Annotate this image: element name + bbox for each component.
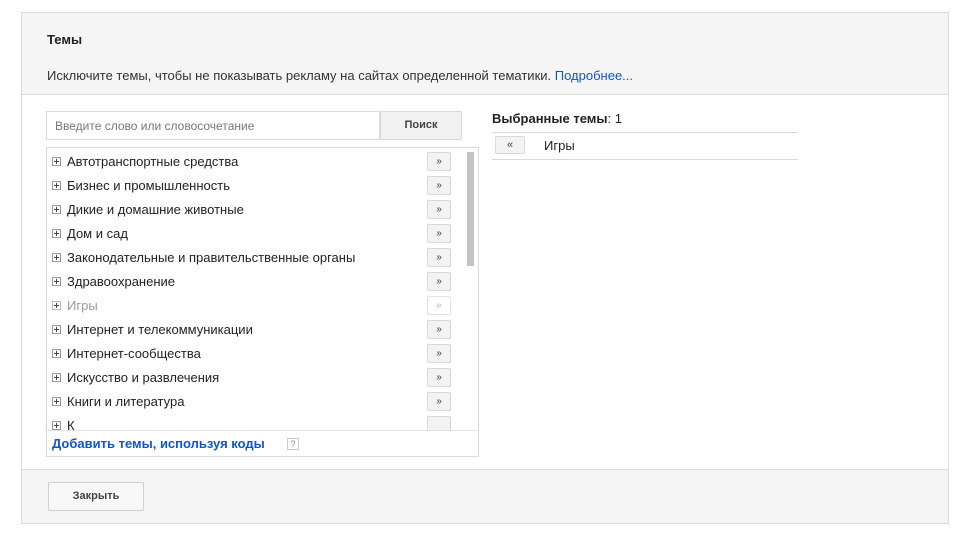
topic-item-selected: Игры » [47,294,467,318]
topic-label: Интернет и телекоммуникации [67,322,253,337]
selected-topic-label: Игры [544,138,575,153]
selected-topic-row: « Игры [492,134,798,158]
topic-item: Законодательные и правительственные орга… [47,246,467,270]
topic-label: Книги и литература [67,394,185,409]
help-icon[interactable]: ? [287,438,299,450]
topic-item: Дикие и домашние животные » [47,198,467,222]
expand-icon[interactable] [52,397,61,406]
topic-item: Здравоохранение » [47,270,467,294]
expand-icon[interactable] [52,157,61,166]
selected-topics-count: : 1 [607,111,622,126]
add-topic-button[interactable]: » [427,392,451,411]
topic-item: Автотранспортные средства » [47,150,467,174]
scrollbar-thumb[interactable] [467,152,474,266]
expand-icon[interactable] [52,229,61,238]
close-button[interactable]: Закрыть [48,482,144,511]
topics-list: Автотранспортные средства » Бизнес и про… [46,147,479,457]
dialog-description: Исключите темы, чтобы не показывать рекл… [47,68,633,83]
topic-label: Интернет-сообщества [67,346,201,361]
add-topic-button[interactable]: » [427,200,451,219]
topic-search-input[interactable] [46,111,380,140]
add-topic-button[interactable]: » [427,368,451,387]
expand-icon[interactable] [52,253,61,262]
topic-item: Интернет-сообщества » [47,342,467,366]
dialog-header: Темы Исключите темы, чтобы не показывать… [22,13,948,95]
topic-item: Книги и литература » [47,390,467,414]
add-topic-button[interactable]: » [427,224,451,243]
expand-icon[interactable] [52,301,61,310]
topic-item: Дом и сад » [47,222,467,246]
add-topics-by-codes-link[interactable]: Добавить темы, используя коды [52,436,265,451]
topic-label: Автотранспортные средства [67,154,239,169]
topic-label: Дом и сад [67,226,128,241]
divider [492,159,798,160]
expand-icon[interactable] [52,373,61,382]
expand-icon[interactable] [52,205,61,214]
topic-item: Бизнес и промышленность » [47,174,467,198]
add-topic-button[interactable]: » [427,152,451,171]
codes-bar: Добавить темы, используя коды ? [47,430,478,456]
add-topic-button[interactable]: » [427,176,451,195]
dialog-footer: Закрыть [22,469,948,523]
expand-icon[interactable] [52,325,61,334]
topic-label: Законодательные и правительственные орга… [67,250,356,265]
topic-label: Игры [67,298,98,313]
topic-label: Здравоохранение [67,274,176,289]
topic-label: Дикие и домашние животные [67,202,244,217]
topic-label: Искусство и развлечения [67,370,220,385]
divider [492,132,798,133]
add-topic-button[interactable]: » [427,272,451,291]
remove-topic-button[interactable]: « [495,136,525,154]
expand-icon[interactable] [52,421,61,430]
dialog-title: Темы [47,32,83,47]
add-topic-button[interactable]: » [427,320,451,339]
learn-more-link[interactable]: Подробнее... [555,68,633,83]
description-text: Исключите темы, чтобы не показывать рекл… [47,68,552,83]
topic-label: Бизнес и промышленность [67,178,230,193]
topics-dialog: Темы Исключите темы, чтобы не показывать… [21,12,949,524]
expand-icon[interactable] [52,277,61,286]
selected-topics-header: Выбранные темы: 1 [492,111,622,126]
add-topic-button[interactable]: » [427,344,451,363]
topic-item: Искусство и развлечения » [47,366,467,390]
add-topic-button[interactable]: » [427,248,451,267]
expand-icon[interactable] [52,349,61,358]
selected-topics-title: Выбранные темы [492,111,608,126]
expand-icon[interactable] [52,181,61,190]
topic-item: Интернет и телекоммуникации » [47,318,467,342]
add-topic-button-disabled: » [427,296,451,315]
search-button[interactable]: Поиск [380,111,462,140]
